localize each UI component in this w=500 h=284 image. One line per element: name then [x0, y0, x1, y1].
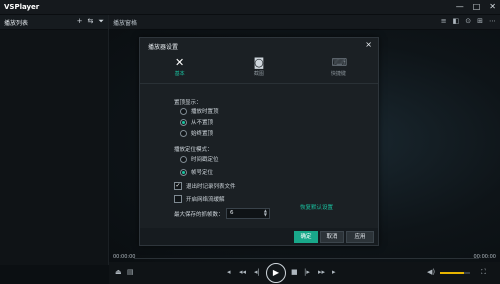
- checkbox-network-buffer[interactable]: 开启网络流缓解: [174, 195, 225, 203]
- radio-button[interactable]: [180, 155, 187, 163]
- time-bar: 00:00:00 00:00:00: [109, 254, 500, 262]
- max-frames-label: 最大保存的抓帧数：: [174, 212, 224, 218]
- tab-basic-label: 基本: [174, 71, 185, 77]
- topmost-label: 置顶显示：: [174, 100, 202, 106]
- target-icon[interactable]: ⊙: [465, 17, 471, 25]
- checkbox-save-list[interactable]: ✓ 退出时记录列表文件: [174, 182, 236, 190]
- cancel-button[interactable]: 取消: [320, 231, 344, 243]
- locate-mode-label: 播放定位模式：: [174, 147, 213, 153]
- next-frame-icon[interactable]: |▸: [304, 268, 310, 276]
- radio-button-selected[interactable]: [180, 168, 187, 176]
- minimize-icon[interactable]: —: [456, 2, 464, 12]
- stop-icon[interactable]: ■: [291, 268, 298, 276]
- current-time: 00:00:00: [113, 254, 136, 260]
- radio-button[interactable]: [180, 107, 187, 115]
- dialog-title: 播放器设置: [148, 44, 179, 51]
- max-frames-stepper[interactable]: 6 ▲ ▼: [226, 208, 270, 219]
- fast-icon[interactable]: ▸: [332, 268, 336, 276]
- divider: [140, 83, 378, 84]
- menu-icon[interactable]: ≡: [441, 17, 447, 25]
- radio-label: 帧号定位: [191, 170, 214, 176]
- volume-slider-track[interactable]: [464, 272, 470, 274]
- radio-button[interactable]: [180, 129, 187, 137]
- prev-frame-icon[interactable]: ◂|: [254, 268, 260, 276]
- video-tools: ≡ ◧ ⊙ ⊞ ⋯: [441, 17, 496, 25]
- playlist-tools: + ⇆ ⏷: [77, 17, 104, 26]
- total-time: 00:00:00: [473, 254, 496, 260]
- folder-icon[interactable]: ▤: [127, 268, 134, 276]
- tab-shortcuts-label: 快捷键: [330, 71, 346, 77]
- eject-icon[interactable]: ⏏: [115, 268, 122, 276]
- video-header: 播放窗格 ≡ ◧ ⊙ ⊞ ⋯: [109, 15, 500, 30]
- stepper-arrows-icon[interactable]: ▲ ▼: [264, 209, 267, 217]
- radio-topmost-always[interactable]: 始终置顶: [180, 129, 213, 137]
- settings-tabs: ✕ 基本 ◙ 截图 ⌨ 快捷键: [140, 51, 378, 83]
- swap-icon[interactable]: ⇆: [88, 17, 94, 26]
- radio-locate-timestamp[interactable]: 时间戳定位: [180, 155, 219, 163]
- volume-icon[interactable]: ◀): [427, 268, 435, 276]
- ok-button[interactable]: 确定: [294, 231, 318, 243]
- fast-forward-icon[interactable]: ▸▸: [318, 268, 325, 276]
- layout-icon[interactable]: ◧: [453, 17, 460, 25]
- tab-screenshot[interactable]: ◙ 截图: [219, 51, 298, 83]
- playlist-title: 播放列表: [4, 20, 29, 27]
- fullscreen-icon[interactable]: ⛶: [481, 268, 486, 277]
- grid-icon[interactable]: ⊞: [477, 17, 483, 25]
- radio-label: 始终置顶: [191, 131, 214, 137]
- keyboard-icon: ⌨: [331, 56, 348, 69]
- radio-label: 从不置顶: [191, 120, 214, 126]
- camera-icon: ◙: [253, 56, 265, 69]
- radio-label: 时间戳定位: [191, 157, 219, 163]
- checkbox-label: 退出时记录列表文件: [186, 184, 236, 190]
- tools-icon: ✕: [175, 56, 185, 69]
- checkbox-checked-icon[interactable]: ✓: [174, 182, 182, 190]
- tab-screenshot-label: 截图: [253, 71, 264, 77]
- radio-label: 播放时置顶: [191, 109, 219, 115]
- reset-defaults-link[interactable]: 恢复默认设置: [300, 203, 333, 211]
- volume-slider-fill[interactable]: [440, 272, 464, 274]
- checkbox-label: 开启网络流缓解: [186, 197, 225, 203]
- play-button[interactable]: ▶: [266, 263, 286, 283]
- slow-icon[interactable]: ◂: [227, 268, 231, 276]
- progress-track[interactable]: [134, 258, 479, 259]
- radio-locate-frame[interactable]: 帧号定位: [180, 168, 213, 176]
- playback-controls: ⏏ ▤ ◂ ◂◂ ◂| ▶ ■ |▸ ▸▸ ▸ ◀) ⛶: [109, 262, 500, 284]
- radio-topmost-playing[interactable]: 播放时置顶: [180, 107, 219, 115]
- add-icon[interactable]: +: [77, 17, 83, 26]
- playlist-panel: 播放列表 + ⇆ ⏷: [0, 15, 109, 265]
- playlist-header: 播放列表 + ⇆ ⏷: [0, 15, 108, 30]
- stepper-value: 6: [230, 210, 234, 216]
- radio-topmost-never[interactable]: 从不置顶: [180, 118, 213, 126]
- apply-button[interactable]: 应用: [346, 231, 374, 243]
- tab-shortcuts[interactable]: ⌨ 快捷键: [299, 51, 378, 83]
- checkbox-unchecked-icon[interactable]: [174, 195, 182, 203]
- tab-basic[interactable]: ✕ 基本: [140, 51, 219, 83]
- rewind-icon[interactable]: ◂◂: [239, 268, 246, 276]
- close-icon[interactable]: ×: [365, 40, 372, 49]
- window-controls: — □ ✕: [456, 2, 496, 12]
- app-title: VSPlayer: [4, 3, 40, 11]
- more-icon[interactable]: ⋯: [489, 17, 496, 25]
- title-bar: VSPlayer — □ ✕: [0, 0, 500, 15]
- filter-icon[interactable]: ⏷: [98, 17, 104, 26]
- close-icon[interactable]: ✕: [489, 2, 496, 12]
- video-title: 播放窗格: [113, 20, 138, 27]
- radio-button-selected[interactable]: [180, 118, 187, 126]
- maximize-icon[interactable]: □: [473, 2, 481, 12]
